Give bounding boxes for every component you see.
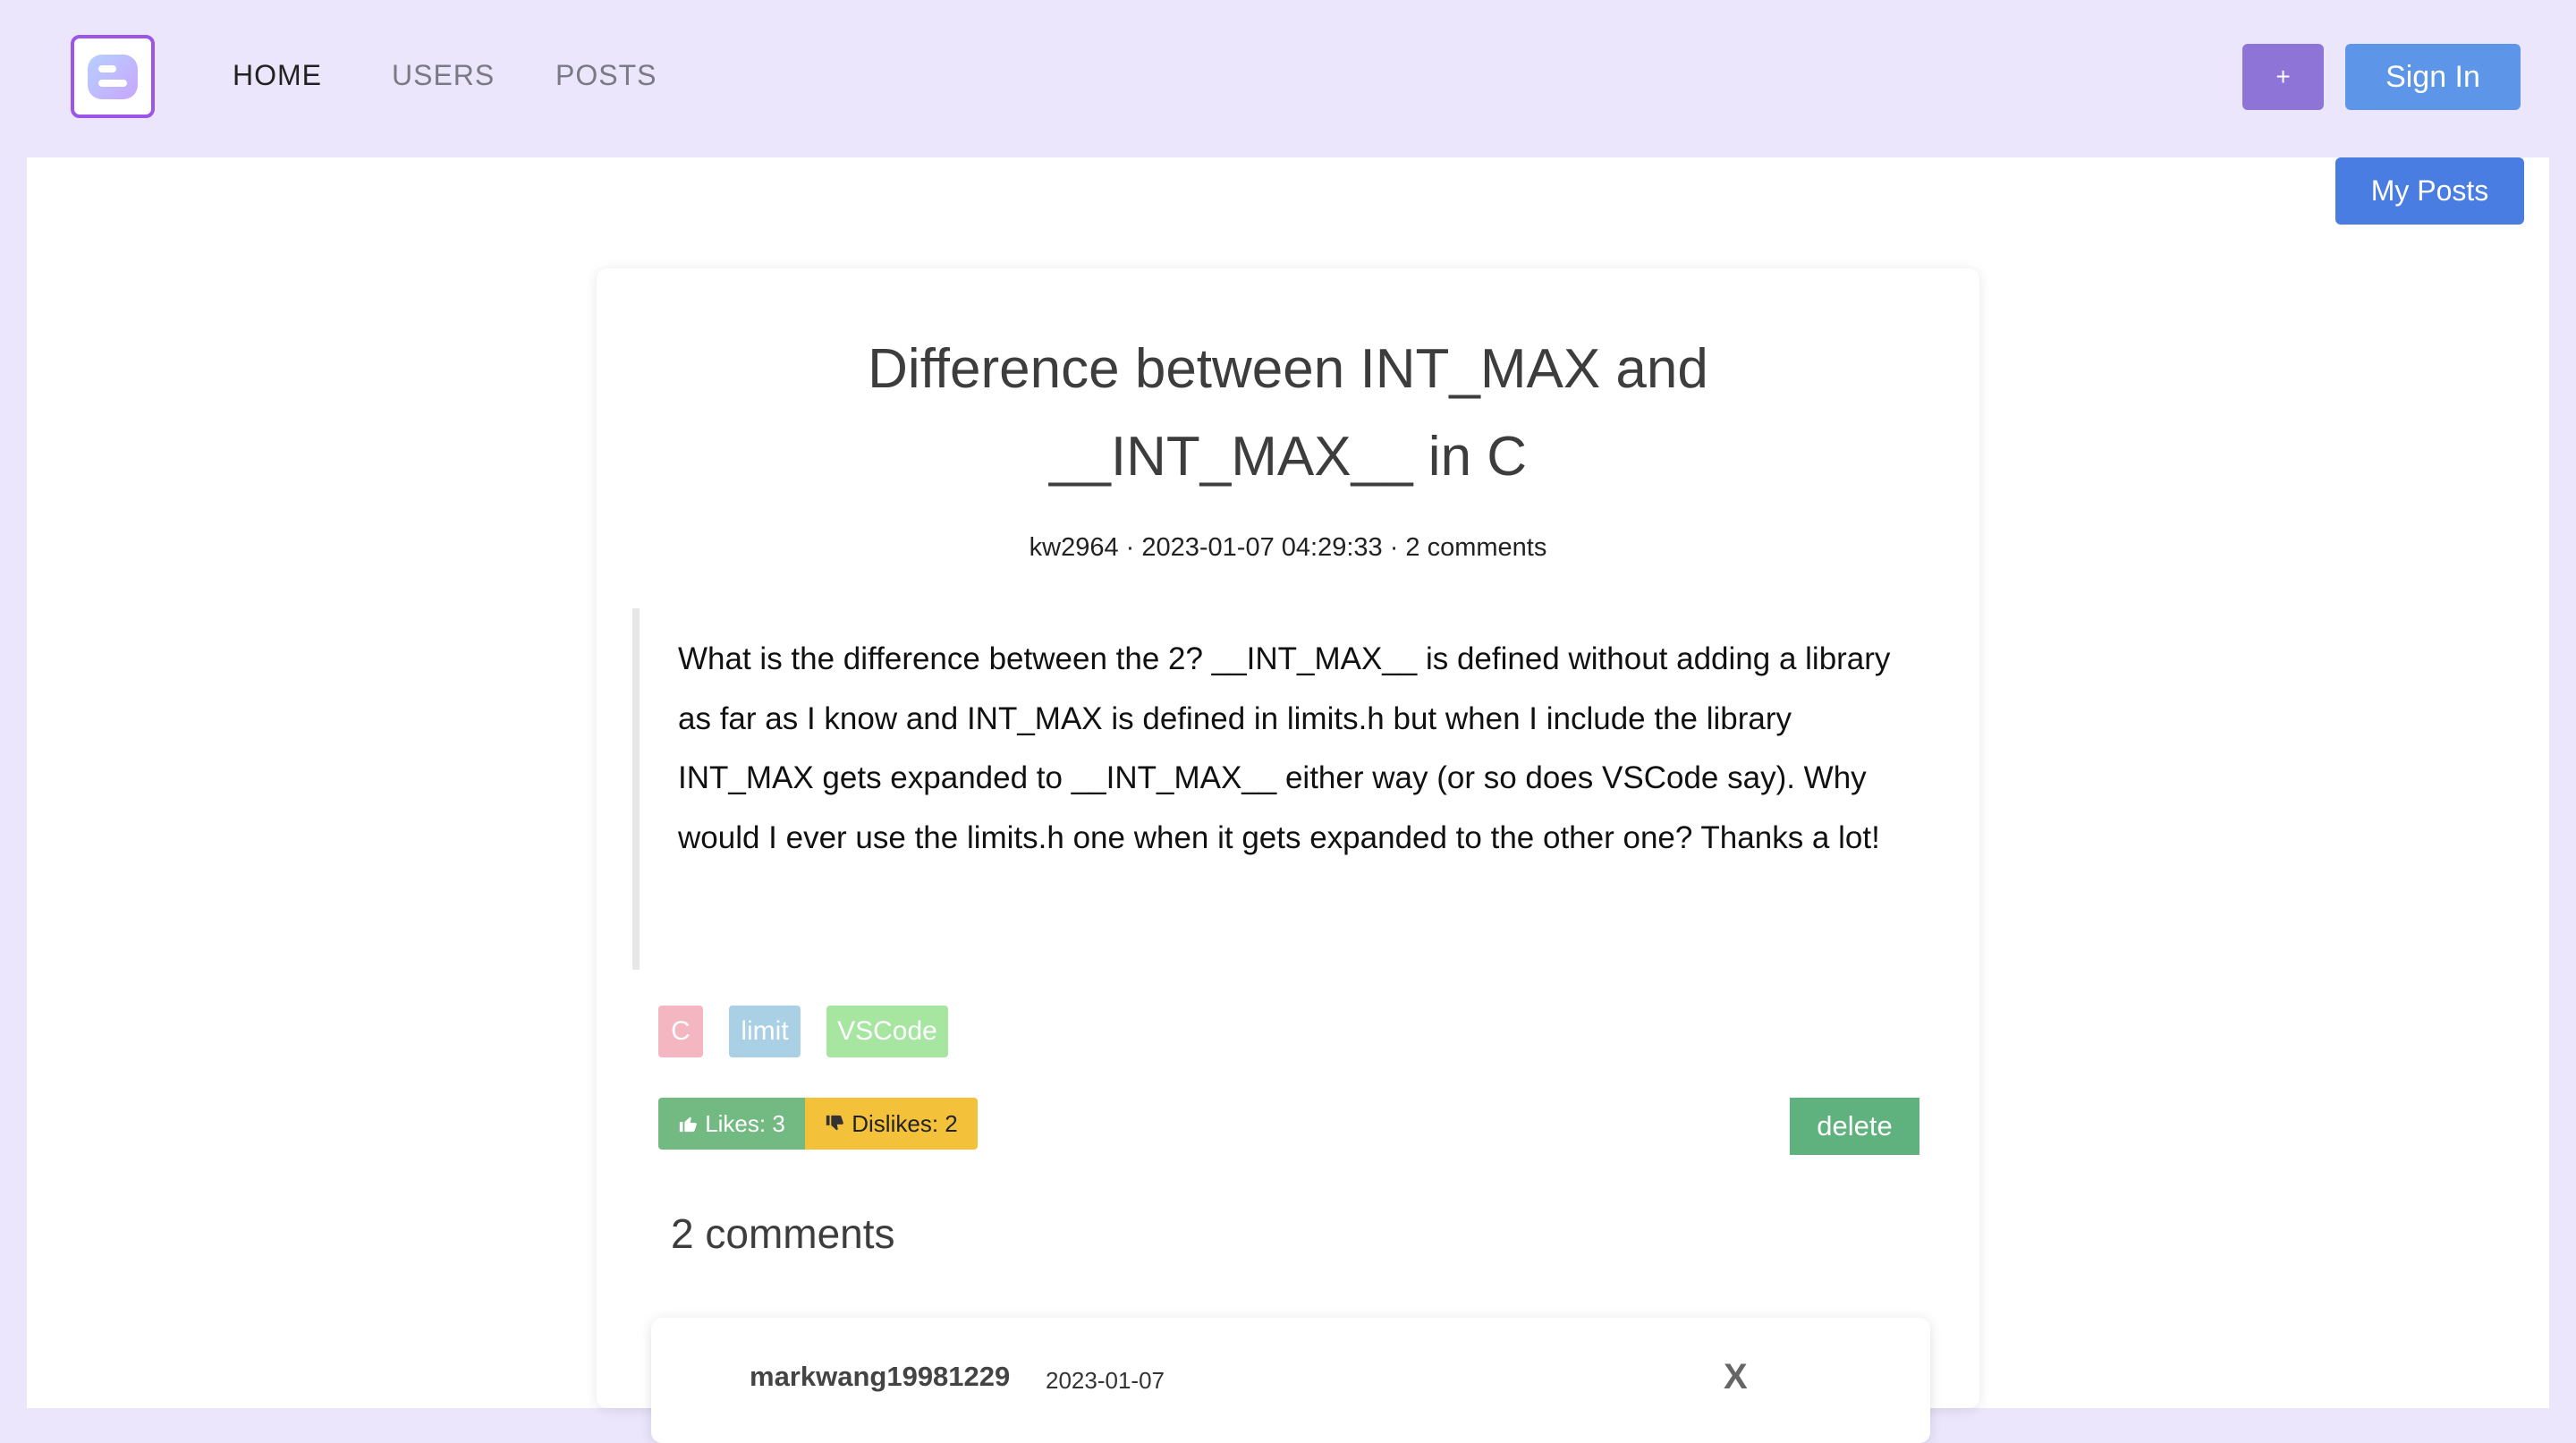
thumbs-up-icon xyxy=(678,1114,698,1133)
navbar: HOME USERS POSTS + Sign In xyxy=(0,0,2576,157)
tag-limit[interactable]: limit xyxy=(729,1006,801,1057)
sign-in-button[interactable]: Sign In xyxy=(2345,44,2521,110)
close-icon[interactable]: X xyxy=(1724,1357,1748,1397)
comment-date: 2023-01-07 xyxy=(1046,1367,1165,1394)
post-body: What is the difference between the 2? __… xyxy=(632,608,1911,970)
nav-link-home[interactable]: HOME xyxy=(233,59,322,92)
dislikes-count: Dislikes: 2 xyxy=(852,1109,958,1137)
comments-heading: 2 comments xyxy=(671,1210,895,1257)
comment-item: markwang19981229 2023-01-07 X xyxy=(651,1318,1930,1443)
likes-count: Likes: 3 xyxy=(705,1109,785,1137)
like-button[interactable]: Likes: 3 xyxy=(658,1098,805,1150)
logo-mark xyxy=(88,54,138,99)
tag-c[interactable]: C xyxy=(658,1006,703,1057)
comment-author[interactable]: markwang19981229 xyxy=(750,1361,1010,1393)
tag-vscode[interactable]: VSCode xyxy=(826,1006,948,1057)
blog-logo-icon[interactable] xyxy=(71,35,155,118)
dislike-button[interactable]: Dislikes: 2 xyxy=(805,1098,978,1150)
post-meta: kw2964 · 2023-01-07 04:29:33 · 2 comment… xyxy=(1029,533,1547,562)
nav-link-posts[interactable]: POSTS xyxy=(555,59,657,92)
post-title: Difference between INT_MAX and __INT_MAX… xyxy=(868,338,1708,488)
my-posts-button[interactable]: My Posts xyxy=(2335,157,2524,225)
delete-button[interactable]: delete xyxy=(1790,1098,1919,1155)
add-post-button[interactable]: + xyxy=(2242,44,2324,110)
thumbs-down-icon xyxy=(825,1114,844,1133)
nav-link-users[interactable]: USERS xyxy=(392,59,495,92)
